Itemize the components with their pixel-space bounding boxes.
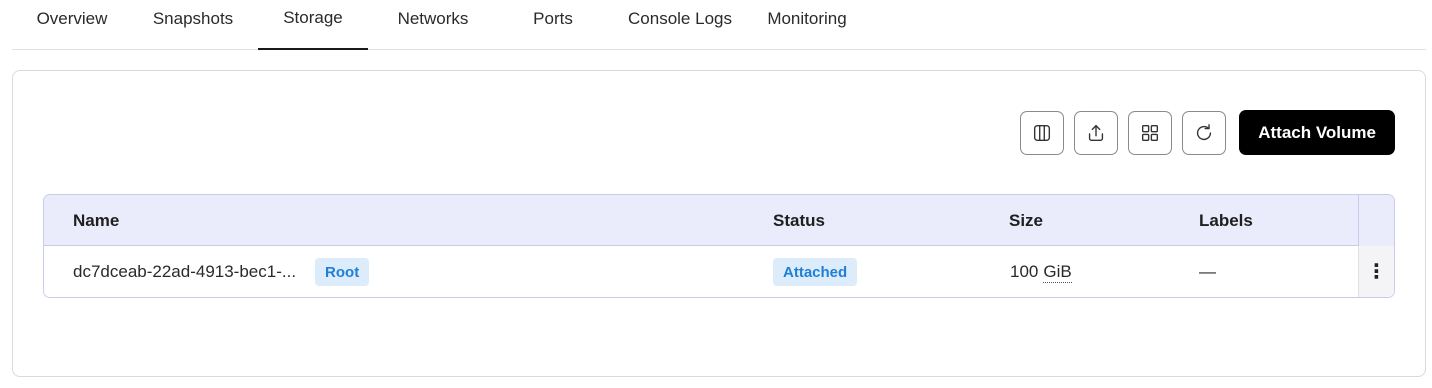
volume-name-cell: dc7dceab-22ad-4913-bec1-... Root bbox=[73, 246, 370, 297]
tab-label: Ports bbox=[533, 9, 573, 28]
tab-console-logs[interactable]: Console Logs bbox=[618, 0, 742, 50]
size-value: 100 bbox=[1010, 262, 1039, 281]
export-icon bbox=[1089, 124, 1104, 141]
kebab-menu-icon: ⋮ bbox=[1366, 261, 1387, 283]
column-header-size[interactable]: Size bbox=[1009, 195, 1043, 246]
column-header-name[interactable]: Name bbox=[73, 195, 119, 246]
grid-view-button[interactable] bbox=[1128, 110, 1173, 155]
refresh-button[interactable] bbox=[1182, 110, 1227, 155]
columns-button[interactable] bbox=[1020, 110, 1065, 155]
root-badge: Root bbox=[315, 258, 370, 286]
volume-name[interactable]: dc7dceab-22ad-4913-bec1-... bbox=[73, 262, 296, 282]
tab-snapshots[interactable]: Snapshots bbox=[138, 0, 248, 50]
tab-bar: Overview Snapshots Storage Networks Port… bbox=[12, 0, 1426, 50]
attach-volume-button[interactable]: Attach Volume bbox=[1239, 110, 1395, 155]
tab-label: Monitoring bbox=[767, 9, 847, 28]
table-row[interactable]: dc7dceab-22ad-4913-bec1-... Root Attache… bbox=[44, 246, 1394, 297]
tab-networks[interactable]: Networks bbox=[378, 0, 488, 50]
tab-overview[interactable]: Overview bbox=[12, 0, 132, 50]
volumes-table: Name Status Size Labels dc7dceab-22ad-49… bbox=[43, 194, 1395, 298]
export-button[interactable] bbox=[1074, 110, 1119, 155]
actions-column-header bbox=[1358, 195, 1394, 246]
columns-icon bbox=[1034, 124, 1051, 141]
tab-monitoring[interactable]: Monitoring bbox=[752, 0, 862, 50]
status-badge: Attached bbox=[773, 258, 858, 286]
storage-panel: Attach Volume Name Status Size Labels dc… bbox=[12, 70, 1426, 377]
tab-ports[interactable]: Ports bbox=[498, 0, 608, 50]
status-cell: Attached bbox=[773, 246, 858, 297]
column-header-status[interactable]: Status bbox=[773, 195, 825, 246]
tab-storage[interactable]: Storage bbox=[258, 0, 368, 50]
refresh-icon bbox=[1197, 123, 1212, 140]
size-unit: GiB bbox=[1043, 261, 1072, 283]
labels-cell: — bbox=[1199, 262, 1216, 281]
grid-icon bbox=[1142, 124, 1159, 141]
tab-label: Snapshots bbox=[152, 9, 234, 28]
tab-label: Storage bbox=[283, 8, 343, 27]
tab-label: Overview bbox=[36, 9, 108, 28]
size-cell: 100 GiB bbox=[1010, 246, 1072, 297]
column-header-labels[interactable]: Labels bbox=[1199, 195, 1253, 246]
toolbar: Attach Volume bbox=[1020, 110, 1395, 155]
tab-label: Console Logs bbox=[628, 9, 732, 28]
tab-label: Networks bbox=[397, 9, 469, 28]
row-actions-button[interactable]: ⋮ bbox=[1358, 246, 1394, 297]
table-header: Name Status Size Labels bbox=[44, 195, 1394, 246]
